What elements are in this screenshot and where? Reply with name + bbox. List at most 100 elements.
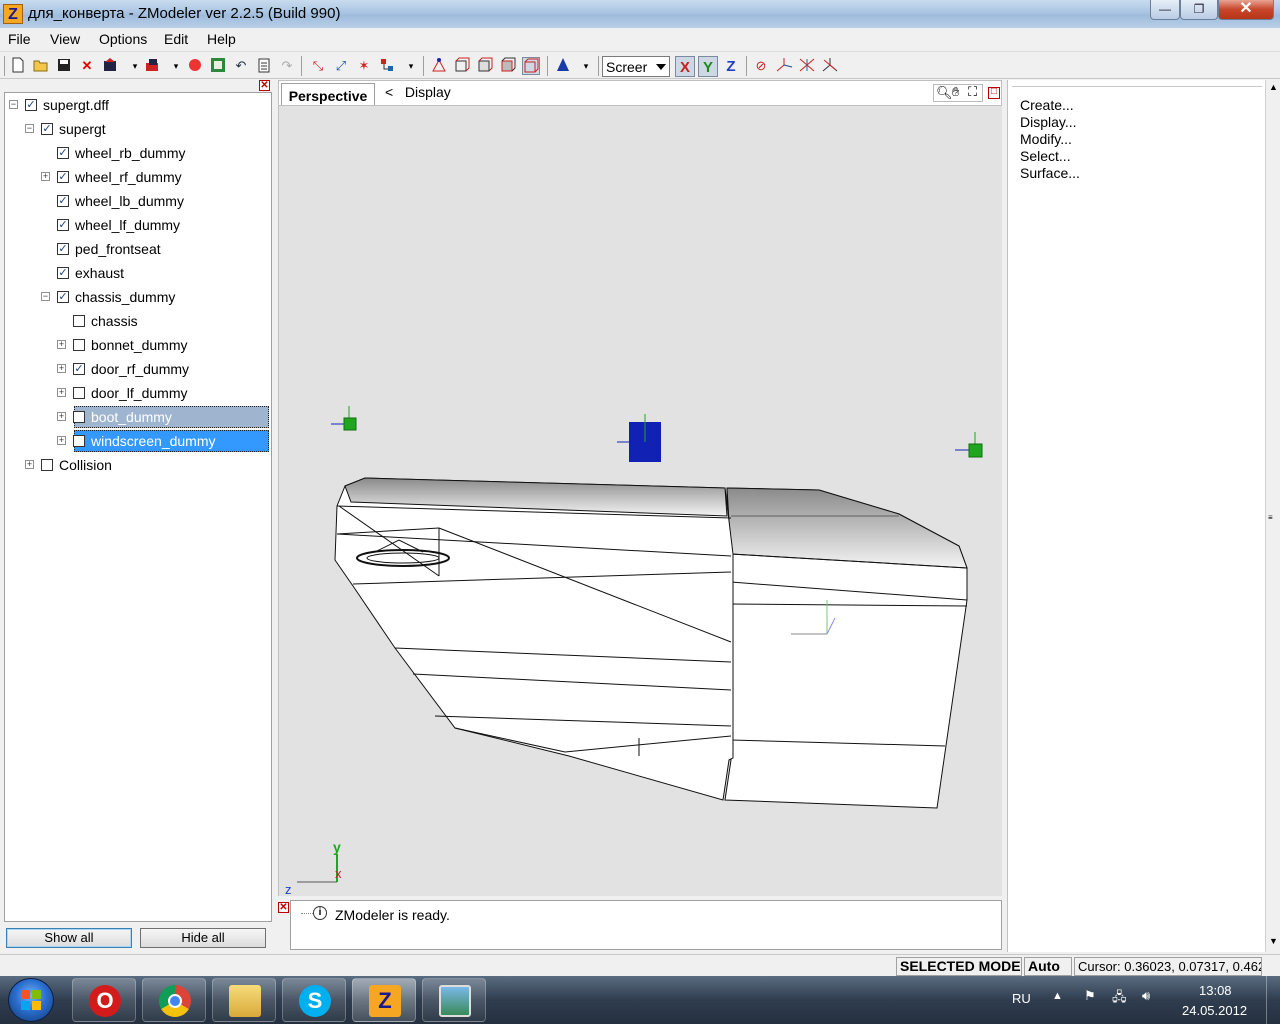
scroll-thumb-grip[interactable]: ≡ <box>1268 514 1278 526</box>
zmodeler-app-icon[interactable]: Z <box>3 4 23 24</box>
new-file-icon[interactable] <box>9 57 27 75</box>
box-mode-icon[interactable] <box>522 57 540 75</box>
tree-node-label[interactable]: bonnet_dummy <box>89 334 190 356</box>
visibility-checkbox[interactable]: ✓ <box>73 363 85 375</box>
3d-viewport-perspective[interactable]: y x z <box>278 106 1003 897</box>
status-auto[interactable]: Auto <box>1024 957 1072 976</box>
restore-button[interactable]: ❐ <box>1180 0 1218 20</box>
pivot-tool-icon[interactable] <box>821 57 839 75</box>
tree-node-label[interactable]: wheel_lb_dummy <box>73 190 186 212</box>
tree-node-label[interactable]: supergt.dff <box>41 94 111 116</box>
action-center-flag-icon[interactable]: ⚑ <box>1084 988 1096 1004</box>
visibility-checkbox[interactable]: ✓ <box>57 291 69 303</box>
expand-icon[interactable]: + <box>41 172 50 181</box>
command-surface[interactable]: Surface... <box>1020 165 1080 182</box>
menu-options[interactable]: Options <box>99 31 147 47</box>
visibility-checkbox[interactable]: ✓ <box>57 171 69 183</box>
tree-node[interactable]: chassis <box>5 310 269 332</box>
visibility-checkbox[interactable]: ✓ <box>41 123 53 135</box>
axis-y-toggle[interactable]: Y <box>698 56 718 77</box>
tree-node-label[interactable]: door_rf_dummy <box>89 358 191 380</box>
command-select[interactable]: Select... <box>1020 148 1071 165</box>
volume-icon[interactable]: 🔊︎ <box>1142 988 1150 1004</box>
command-modify[interactable]: Modify... <box>1020 131 1072 148</box>
tree-node-label[interactable]: exhaust <box>73 262 126 284</box>
tree-node[interactable]: + ✓ door_rf_dummy <box>5 358 269 380</box>
menu-view[interactable]: View <box>50 31 80 47</box>
magnet-icon[interactable]: ⊘ <box>752 57 770 75</box>
expand-icon[interactable]: + <box>57 364 66 373</box>
import-dropdown-icon[interactable]: ▾ <box>126 57 144 75</box>
log-close-icon[interactable]: ✕ <box>278 902 289 913</box>
collapse-icon[interactable]: − <box>41 292 50 301</box>
tree-node[interactable]: + boot_dummy <box>5 406 269 428</box>
tree-node-label[interactable]: wheel_rf_dummy <box>73 166 184 188</box>
show-desktop-button[interactable] <box>1266 976 1280 1024</box>
tree-node[interactable]: ✓ wheel_lf_dummy <box>5 214 269 236</box>
command-create[interactable]: Create... <box>1020 97 1074 114</box>
tree-node-label[interactable]: supergt <box>57 118 108 140</box>
tree-node[interactable]: + ✓ wheel_rf_dummy <box>5 166 269 188</box>
object-mode-icon[interactable] <box>499 57 517 75</box>
hierarchy-close-icon[interactable]: ✕ <box>259 80 270 91</box>
dummy-marker-right[interactable] <box>955 432 983 458</box>
zoom-icon[interactable]: 🔍︎ <box>936 85 953 101</box>
hierarchy-tree[interactable]: − ✓ supergt.dff − ✓ supergt ✓ wheel_rb_dummy + ✓ w… <box>4 92 272 922</box>
hierarchy-tool-icon[interactable] <box>378 57 396 75</box>
render-icon[interactable] <box>186 57 204 75</box>
coordinate-mode-select[interactable]: Screer <box>602 56 670 77</box>
tree-node-label[interactable]: ped_frontseat <box>73 238 163 260</box>
visibility-checkbox[interactable]: ✓ <box>57 267 69 279</box>
start-button[interactable] <box>8 978 54 1022</box>
minimize-button[interactable]: — <box>1150 0 1180 20</box>
taskbar-chrome[interactable] <box>142 978 206 1022</box>
tree-node[interactable]: ✓ exhaust <box>5 262 269 284</box>
pointer-icon[interactable] <box>554 57 572 75</box>
visibility-checkbox[interactable]: ✓ <box>57 219 69 231</box>
pointer-dropdown-icon[interactable]: ▾ <box>577 57 595 75</box>
tree-node-label[interactable]: door_lf_dummy <box>89 382 190 404</box>
face-mode-icon[interactable] <box>476 57 494 75</box>
material-icon[interactable] <box>209 57 227 75</box>
show-all-button[interactable]: Show all <box>6 928 132 948</box>
delete-icon[interactable]: ✕ <box>78 57 96 75</box>
breadcrumb-display[interactable]: Display <box>405 84 451 100</box>
menu-file[interactable]: File <box>8 31 31 47</box>
taskbar-skype[interactable]: S <box>282 978 346 1022</box>
viewport-canvas[interactable]: y x z <box>279 106 1003 897</box>
tree-node-label[interactable]: chassis_dummy <box>73 286 177 308</box>
expand-icon[interactable]: + <box>57 436 66 445</box>
axis-tool-icon[interactable] <box>775 57 793 75</box>
tree-node[interactable]: ✓ ped_frontseat <box>5 238 269 260</box>
menu-help[interactable]: Help <box>207 31 236 47</box>
tree-node[interactable]: + bonnet_dummy <box>5 334 269 356</box>
menu-edit[interactable]: Edit <box>164 31 188 47</box>
breadcrumb-back-button[interactable]: < <box>385 84 393 100</box>
taskbar-opera[interactable]: O <box>72 978 136 1022</box>
clipboard-icon[interactable] <box>255 57 273 75</box>
tree-node-label[interactable]: Collision <box>57 454 114 476</box>
select-tool-icon[interactable]: ⤡ <box>309 57 327 75</box>
tree-node[interactable]: ✓ wheel_lb_dummy <box>5 190 269 212</box>
dummy-marker-left[interactable] <box>331 406 357 431</box>
visibility-checkbox[interactable]: ✓ <box>25 99 37 111</box>
tree-node-label[interactable]: wheel_lf_dummy <box>73 214 182 236</box>
import-icon[interactable] <box>102 57 120 75</box>
expand-icon[interactable]: + <box>25 460 34 469</box>
chassis-model-mesh[interactable] <box>334 477 968 809</box>
tree-node[interactable]: + door_lf_dummy <box>5 382 269 404</box>
vertex-mode-icon[interactable] <box>430 57 448 75</box>
visibility-checkbox[interactable] <box>73 435 85 447</box>
pose-tool-icon[interactable]: ✶ <box>355 57 373 75</box>
expand-icon[interactable]: + <box>57 412 66 421</box>
move-tool-icon[interactable]: ⤢ <box>332 57 350 75</box>
taskbar-zmodeler[interactable]: Z <box>352 978 416 1022</box>
visibility-checkbox[interactable]: ✓ <box>57 243 69 255</box>
export-dropdown-icon[interactable]: ▾ <box>167 57 185 75</box>
show-hidden-icons-icon[interactable]: ▲ <box>1052 990 1063 1002</box>
visibility-checkbox[interactable] <box>73 387 85 399</box>
dummy-marker-selected[interactable] <box>617 414 661 462</box>
tree-node-label[interactable]: wheel_rb_dummy <box>73 142 188 164</box>
pan-hand-icon[interactable]: ✋︎ <box>952 84 959 100</box>
scroll-up-icon[interactable]: ▲ <box>1269 82 1278 92</box>
